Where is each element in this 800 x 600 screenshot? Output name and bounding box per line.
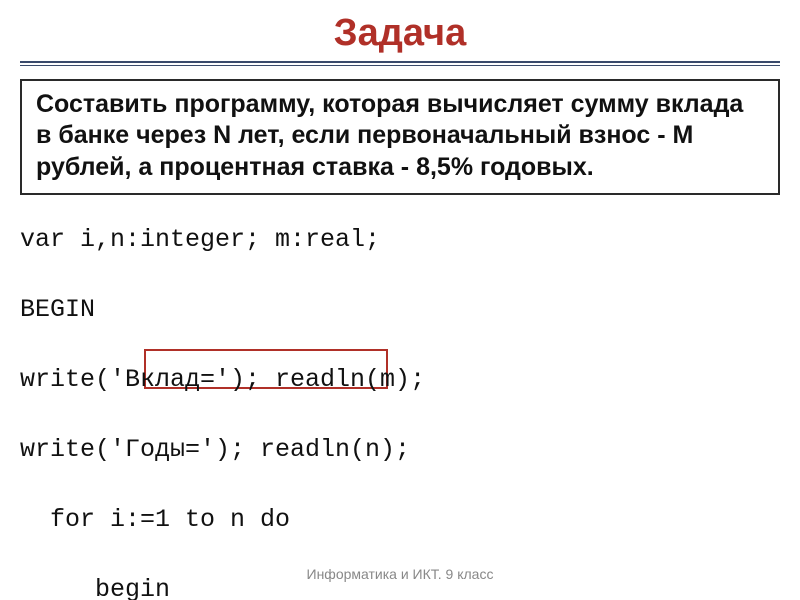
code-line: write('Вклад='); readln(m); [20,362,780,397]
slide: Задача Составить программу, которая вычи… [0,0,800,600]
task-statement-text: Составить программу, которая вычисляет с… [36,90,743,181]
title-divider-line-thin [20,65,780,66]
code-line: var i,n:integer; m:real; [20,222,780,257]
code-line: write('Годы='); readln(n); [20,432,780,467]
title-divider [20,59,780,69]
task-statement-box: Составить программу, которая вычисляет с… [20,79,780,195]
code-block: var i,n:integer; m:real; BEGIN write('Вк… [20,187,780,600]
title-divider-line-thick [20,61,780,63]
slide-title: Задача [0,0,800,59]
code-line: for i:=1 to n do [20,502,780,537]
code-line: begin [20,572,780,600]
code-line: BEGIN [20,292,780,327]
